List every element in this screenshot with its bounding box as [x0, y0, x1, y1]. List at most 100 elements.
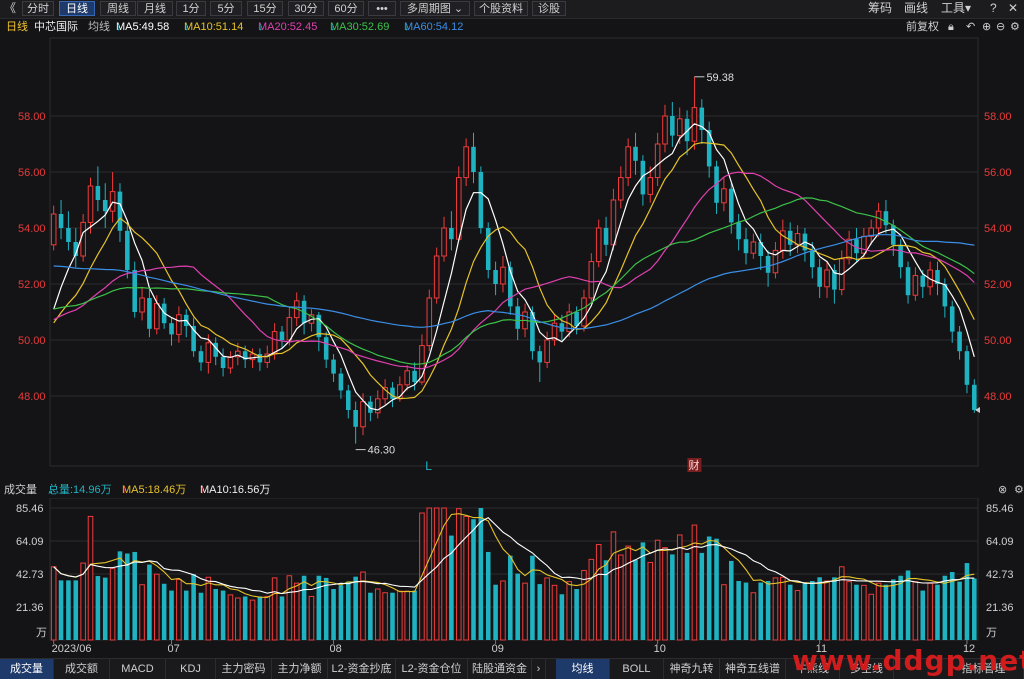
candle-body	[500, 266, 506, 285]
period-60min[interactable]: 60分	[328, 1, 364, 16]
tab-main-code[interactable]: 主力密码	[216, 659, 272, 679]
tab-nine-turns[interactable]: 神奇九转	[664, 659, 720, 679]
period-daily[interactable]: 日线	[59, 1, 95, 16]
tab-hk-connect[interactable]: 陆股通资金	[468, 659, 532, 679]
volume-bar	[861, 584, 867, 641]
volume-bar	[397, 590, 403, 641]
tab-macd[interactable]: MACD	[110, 659, 166, 679]
volume-bar	[942, 575, 948, 640]
volume-bar	[169, 590, 174, 640]
period-monthly[interactable]: 月线	[137, 1, 173, 16]
candle-body	[595, 227, 602, 263]
zoom-out-icon[interactable]: ⊖	[996, 19, 1005, 36]
volume-bar	[691, 524, 698, 641]
close-icon[interactable]: ✕	[1008, 1, 1018, 16]
volume-bar	[647, 561, 654, 641]
tab-boll[interactable]: BOLL	[610, 659, 664, 679]
candle-body	[817, 267, 822, 287]
zoom-in-icon[interactable]: ⊕	[982, 19, 991, 36]
volume-chart[interactable]: 85.46 85.46 64.09 64.09 42.73 42.73 21.36 21.36…	[0, 498, 1024, 658]
price-tick-right: 58.00	[984, 111, 1012, 123]
volume-bar	[787, 584, 793, 640]
volume-bar	[183, 590, 189, 640]
period-5min[interactable]: 5分	[210, 1, 242, 16]
tools-menu[interactable]: 工具▾	[941, 1, 971, 16]
period-15min[interactable]: 15分	[247, 1, 283, 16]
chevron-right-icon[interactable]: ›	[532, 659, 546, 679]
chevron-down-icon: ⌄	[453, 3, 464, 15]
tab-volume[interactable]: 成交量	[0, 659, 54, 679]
volume-bar	[817, 577, 822, 640]
tab-l2-bottom[interactable]: L2-资金抄底	[328, 659, 396, 679]
volume-bar	[891, 579, 896, 640]
candle-body	[471, 146, 476, 172]
volume-bar	[346, 581, 351, 640]
volume-bar	[684, 552, 690, 640]
candle-body	[610, 199, 617, 246]
settings-icon[interactable]: ⚙	[1010, 19, 1020, 36]
restore-mode-button[interactable]: 前复权	[906, 19, 939, 36]
volume-bar	[758, 582, 764, 640]
candle-body	[721, 188, 727, 204]
candle-body	[861, 235, 867, 254]
volume-bar	[139, 584, 145, 641]
volume-bar	[625, 545, 631, 641]
back-icon[interactable]: 《	[4, 1, 16, 16]
candle-body	[537, 351, 543, 363]
close-panel-icon[interactable]: ⊗	[998, 483, 1007, 498]
ma-label[interactable]: 均线	[88, 19, 110, 36]
candle-body	[95, 186, 101, 200]
candle-body	[957, 331, 962, 352]
chips-button[interactable]: 筹码	[868, 1, 892, 16]
volume-bar	[485, 551, 491, 640]
more-periods-button[interactable]: •••	[368, 1, 396, 16]
volume-bar	[515, 573, 520, 640]
volume-bar	[875, 582, 882, 641]
volume-bar	[198, 592, 204, 640]
tab-turnover[interactable]: 成交额	[54, 659, 110, 679]
volume-bar	[772, 577, 779, 641]
volume-total: 总量:14.96万 ↓	[48, 484, 112, 496]
tab-five-lines[interactable]: 神奇五线谱	[720, 659, 786, 679]
volume-tick-right: 42.73	[986, 569, 1014, 581]
date-label: 09	[492, 643, 504, 655]
tab-main-net[interactable]: 主力净额	[272, 659, 328, 679]
volume-bar	[50, 566, 57, 641]
tab-ma[interactable]: 均线	[556, 659, 610, 679]
volume-bar	[610, 531, 617, 641]
diagnose-button[interactable]: 诊股	[532, 1, 566, 16]
kline-chart[interactable]: 58.00 58.00 56.00 56.00 54.00 54.00 52.00 52.00…	[0, 36, 1024, 478]
lock-icon[interactable]: 🔒︎	[948, 19, 954, 36]
price-grid	[49, 37, 979, 467]
volume-bar	[832, 577, 837, 640]
candle-body	[353, 410, 358, 427]
volume-bar	[286, 575, 293, 641]
candle-body	[125, 230, 130, 270]
period-weekly[interactable]: 周线	[100, 1, 136, 16]
volume-bar	[331, 589, 336, 640]
low-price-label: 46.30	[368, 445, 396, 457]
multi-period-dropdown[interactable]: 多周期图 ⌄	[400, 1, 470, 16]
high-price-label: 59.38	[706, 72, 734, 84]
volume-bar	[662, 547, 668, 641]
drawing-button[interactable]: 画线	[904, 1, 928, 16]
volume-bar	[935, 584, 940, 640]
period-1min[interactable]: 1分	[176, 1, 206, 16]
help-icon[interactable]: ?	[990, 1, 997, 16]
period-fenshi[interactable]: 分时	[22, 1, 54, 16]
tab-kdj[interactable]: KDJ	[166, 659, 216, 679]
period-30min[interactable]: 30分	[288, 1, 324, 16]
stock-info-button[interactable]: 个股资料	[474, 1, 528, 16]
volume-bar	[500, 580, 506, 641]
volume-bar	[161, 583, 167, 640]
candle-body	[875, 210, 882, 229]
volume-tick-right: 85.46	[986, 503, 1014, 515]
volume-bar	[360, 571, 366, 641]
volume-bar	[353, 576, 358, 640]
volume-tick-left: 万	[36, 627, 47, 639]
tab-l2-position[interactable]: L2-资金仓位	[396, 659, 468, 679]
panel-settings-icon[interactable]: ⚙	[1014, 483, 1024, 498]
undo-icon[interactable]: ↶	[966, 19, 975, 36]
volume-bar	[257, 596, 263, 640]
volume-bar	[316, 575, 322, 640]
